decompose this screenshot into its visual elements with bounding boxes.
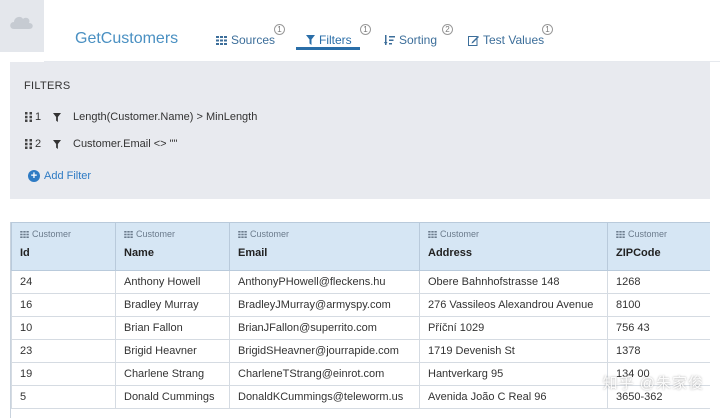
cell-id: 5 — [11, 385, 116, 409]
tab-test-values-badge: 1 — [542, 24, 553, 35]
add-filter-button[interactable]: + Add Filter — [28, 170, 91, 182]
cell-email: BrigidSHeavner@jourrapide.com — [229, 339, 420, 363]
table-row[interactable]: 24 Anthony Howell AnthonyPHowell@flecken… — [11, 270, 710, 294]
column-entity: Customer — [32, 229, 72, 239]
column-name: Name — [124, 247, 154, 259]
watermark: 知乎 @朱家俊 — [602, 375, 704, 392]
tab-filters-label: Filters — [319, 33, 352, 47]
column-header-address[interactable]: Customer Address — [419, 222, 608, 271]
table-row[interactable]: 10 Brian Fallon BrianJFallon@superrito.c… — [11, 316, 710, 340]
filter-number: 2 — [35, 138, 42, 150]
cell-name: Anthony Howell — [115, 270, 230, 294]
column-header-name[interactable]: Customer Name — [115, 222, 230, 271]
cell-id: 19 — [11, 362, 116, 386]
edit-icon — [468, 35, 479, 46]
table-row[interactable]: 23 Brigid Heavner BrigidSHeavner@jourrap… — [11, 339, 710, 363]
tab-sorting-badge: 2 — [442, 24, 453, 35]
tab-filters-badge: 1 — [360, 24, 371, 35]
column-name: Id — [20, 247, 30, 259]
cell-address: Obere Bahnhofstrasse 148 — [419, 270, 608, 294]
cell-zipcode: 1268 — [607, 270, 710, 294]
cell-name: Brian Fallon — [115, 316, 230, 340]
tab-filters[interactable]: Filters 1 — [306, 24, 371, 47]
column-name: Address — [428, 247, 473, 259]
table-header-row: Customer Id Customer Name Customer Email… — [11, 222, 710, 271]
cell-email: DonaldKCummings@teleworm.us — [229, 385, 420, 409]
filter-expression[interactable]: Length(Customer.Name) > MinLength — [73, 111, 257, 123]
table-grid-icon — [238, 230, 247, 238]
column-entity: Customer — [250, 229, 290, 239]
tab-sources[interactable]: Sources 1 — [216, 24, 285, 47]
tab-test-values-label: Test Values — [483, 33, 545, 47]
column-entity: Customer — [628, 229, 668, 239]
column-entity: Customer — [136, 229, 176, 239]
app-corner — [0, 0, 44, 52]
cell-address: Hantverkarg 95 — [419, 362, 608, 386]
table-grid-icon — [428, 230, 437, 238]
tab-sorting[interactable]: Sorting 2 — [384, 24, 453, 47]
cell-address: 1719 Devenish St — [419, 339, 608, 363]
cell-address: Avenida João C Real 96 — [419, 385, 608, 409]
query-header: GetCustomers Sources 1 Filters 1 Sorting… — [44, 0, 720, 62]
cell-id: 10 — [11, 316, 116, 340]
sort-icon — [384, 35, 395, 45]
filters-panel: FILTERS 1 Length(Customer.Name) > MinLen… — [10, 62, 710, 199]
cell-email: BrianJFallon@superrito.com — [229, 316, 420, 340]
active-tab-indicator — [296, 47, 360, 50]
cell-name: Brigid Heavner — [115, 339, 230, 363]
funnel-icon — [53, 112, 61, 122]
column-header-id[interactable]: Customer Id — [11, 222, 116, 271]
funnel-icon — [53, 139, 61, 149]
cell-address: 276 Vassileos Alexandrou Avenue — [419, 293, 608, 317]
add-filter-label: Add Filter — [44, 170, 92, 182]
table-grid-icon — [124, 230, 133, 238]
cell-id: 16 — [11, 293, 116, 317]
page-title: GetCustomers — [75, 30, 179, 47]
tab-sorting-label: Sorting — [399, 33, 438, 47]
cell-email: BradleyJMurray@armyspy.com — [229, 293, 420, 317]
filter-row[interactable]: 1 Length(Customer.Name) > MinLength — [25, 111, 257, 123]
grid-icon — [216, 35, 227, 45]
table-grid-icon — [20, 230, 29, 238]
tab-test-values[interactable]: Test Values 1 — [468, 24, 553, 47]
filter-row[interactable]: 2 Customer.Email <> "" — [25, 138, 177, 150]
table-grid-icon — [616, 230, 625, 238]
drag-handle-icon[interactable] — [25, 139, 33, 149]
cell-email: AnthonyPHowell@fleckens.hu — [229, 270, 420, 294]
column-name: ZIPCode — [616, 247, 661, 259]
column-entity: Customer — [440, 229, 480, 239]
cell-zipcode: 8100 — [607, 293, 710, 317]
cell-name: Bradley Murray — [115, 293, 230, 317]
column-name: Email — [238, 247, 268, 259]
cell-email: CharleneTStrang@einrot.com — [229, 362, 420, 386]
cell-zipcode: 1378 — [607, 339, 710, 363]
plus-circle-icon: + — [28, 170, 40, 182]
table-row[interactable]: 16 Bradley Murray BradleyJMurray@armyspy… — [11, 293, 710, 317]
cell-id: 24 — [11, 270, 116, 294]
cell-name: Donald Cummings — [115, 385, 230, 409]
cell-name: Charlene Strang — [115, 362, 230, 386]
cloud-icon — [10, 16, 33, 29]
cell-address: Příční 1029 — [419, 316, 608, 340]
tab-sources-label: Sources — [231, 33, 276, 47]
drag-handle-icon[interactable] — [25, 112, 33, 122]
filters-title: FILTERS — [24, 80, 71, 92]
filter-expression[interactable]: Customer.Email <> "" — [73, 138, 177, 150]
column-header-email[interactable]: Customer Email — [229, 222, 420, 271]
tab-sources-badge: 1 — [274, 24, 285, 35]
cell-zipcode: 756 43 — [607, 316, 710, 340]
cell-id: 23 — [11, 339, 116, 363]
funnel-icon — [306, 35, 315, 45]
column-header-zipcode[interactable]: Customer ZIPCode — [607, 222, 710, 271]
filter-number: 1 — [35, 111, 42, 123]
